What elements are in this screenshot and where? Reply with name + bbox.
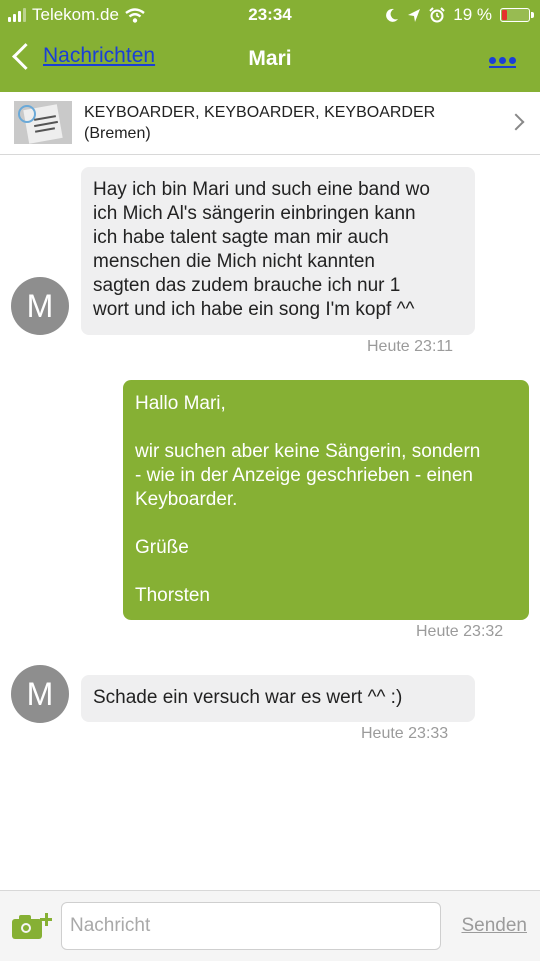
message-bubble-incoming[interactable]: Hay ich bin Mari und such eine band wo i…: [81, 167, 475, 335]
message-text: Schade ein versuch war es wert ^^ :): [93, 687, 403, 708]
add-photo-icon[interactable]: [12, 913, 52, 939]
battery-icon: [500, 8, 534, 22]
message-timestamp: Heute 23:32: [416, 623, 504, 640]
avatar: M: [11, 277, 69, 335]
battery-percent: 19 %: [453, 5, 492, 24]
more-options-button[interactable]: [489, 57, 516, 68]
location-arrow-icon: [408, 8, 421, 22]
ad-thumbnail: [14, 101, 72, 144]
moon-icon: [386, 8, 399, 22]
nav-bar: Nachrichten Mari: [0, 32, 540, 92]
send-button[interactable]: Senden: [461, 915, 527, 937]
chevron-right-icon: [507, 113, 525, 131]
alarm-icon: [429, 7, 445, 23]
message-text: Hallo Mari, wir suchen aber keine Sänger…: [135, 393, 481, 606]
more-dots-icon: [489, 57, 496, 64]
message-input[interactable]: [61, 902, 441, 950]
avatar: M: [11, 665, 69, 723]
message-bubble-outgoing[interactable]: Hallo Mari, wir suchen aber keine Sänger…: [123, 380, 529, 620]
ad-title: KEYBOARDER, KEYBOARDER, KEYBOARDER: [84, 104, 436, 121]
ad-location: (Bremen): [84, 125, 151, 142]
message-timestamp: Heute 23:11: [367, 338, 453, 355]
battery-level: [502, 10, 507, 20]
message-composer: Senden: [0, 890, 540, 961]
message-bubble-incoming[interactable]: Schade ein versuch war es wert ^^ :): [81, 675, 475, 722]
message-text: Hay ich bin Mari und such eine band wo i…: [93, 179, 430, 320]
message-timestamp: Heute 23:33: [361, 725, 449, 742]
top-bar: Telekom.de 23:34 19 % Nachrichten Mari: [0, 0, 540, 92]
status-bar: Telekom.de 23:34 19 %: [0, 0, 540, 32]
conversation-title: Mari: [248, 47, 292, 70]
ad-reference-row[interactable]: KEYBOARDER, KEYBOARDER, KEYBOARDER (Brem…: [0, 92, 540, 155]
